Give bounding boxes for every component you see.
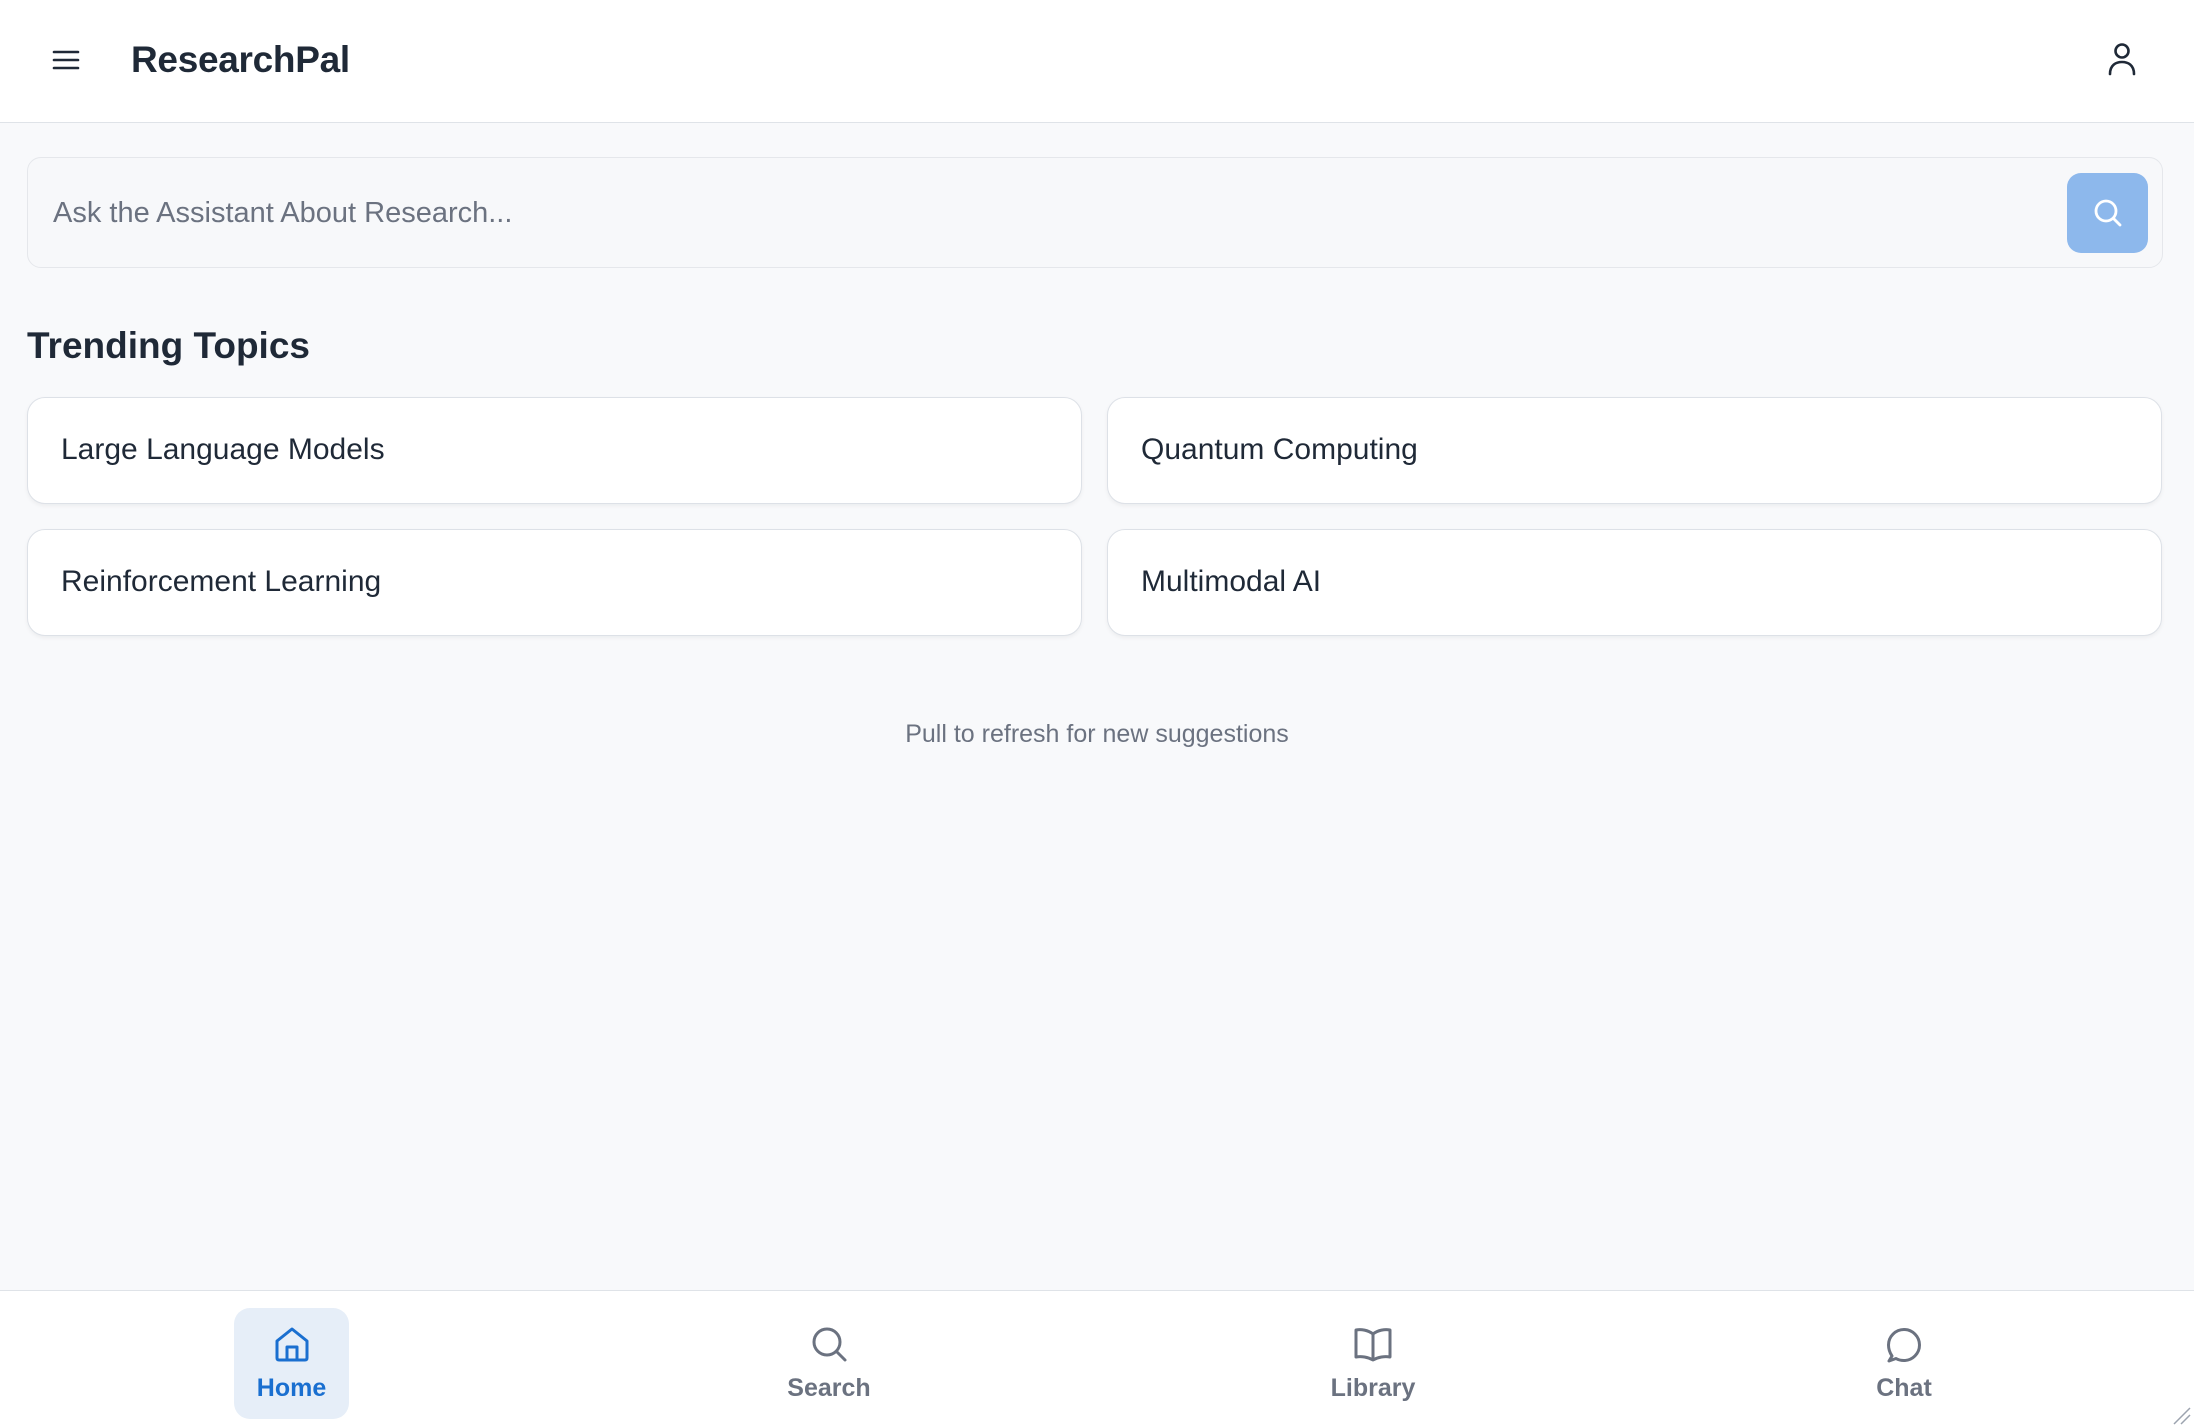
nav-item-library[interactable]: Library (1313, 1308, 1433, 1419)
resize-grip-icon[interactable] (2171, 1405, 2191, 1425)
nav-label-home: Home (256, 1374, 327, 1402)
topic-label: Quantum Computing (1141, 433, 1418, 466)
bottom-navigation: Home Search Library Chat (0, 1290, 2194, 1428)
topic-label: Reinforcement Learning (61, 565, 382, 598)
menu-button[interactable] (48, 42, 84, 78)
profile-button[interactable] (2104, 40, 2140, 78)
app-title: ResearchPal (131, 39, 350, 80)
refresh-hint: Pull to refresh for new suggestions (905, 720, 1289, 748)
topic-label: Large Language Models (61, 433, 385, 466)
nav-label-chat: Chat (1876, 1374, 1932, 1402)
home-icon (275, 1327, 308, 1362)
search-submit-button[interactable] (2067, 173, 2148, 253)
topic-card-reinforcement-learning[interactable]: Reinforcement Learning (27, 529, 1082, 636)
topic-card-large-language-models[interactable]: Large Language Models (27, 397, 1082, 504)
nav-label-library: Library (1330, 1374, 1416, 1402)
nav-item-home[interactable]: Home (234, 1308, 349, 1419)
user-icon (2108, 43, 2136, 76)
nav-item-search[interactable]: Search (769, 1308, 889, 1419)
assistant-search-input[interactable] (53, 186, 2073, 240)
search-icon (812, 1327, 847, 1362)
topic-label: Multimodal AI (1141, 565, 1322, 598)
search-icon (2094, 199, 2121, 227)
nav-item-chat[interactable]: Chat (1844, 1308, 1964, 1419)
menu-icon (52, 50, 80, 70)
trending-topics-heading: Trending Topics (27, 325, 310, 366)
nav-label-search: Search (787, 1374, 871, 1402)
assistant-search-box (27, 157, 2163, 268)
chat-bubble-icon (1887, 1328, 1921, 1363)
app-header: ResearchPal (0, 0, 2194, 123)
topic-card-quantum-computing[interactable]: Quantum Computing (1107, 397, 2162, 504)
book-icon (1354, 1328, 1392, 1362)
topic-card-multimodal-ai[interactable]: Multimodal AI (1107, 529, 2162, 636)
